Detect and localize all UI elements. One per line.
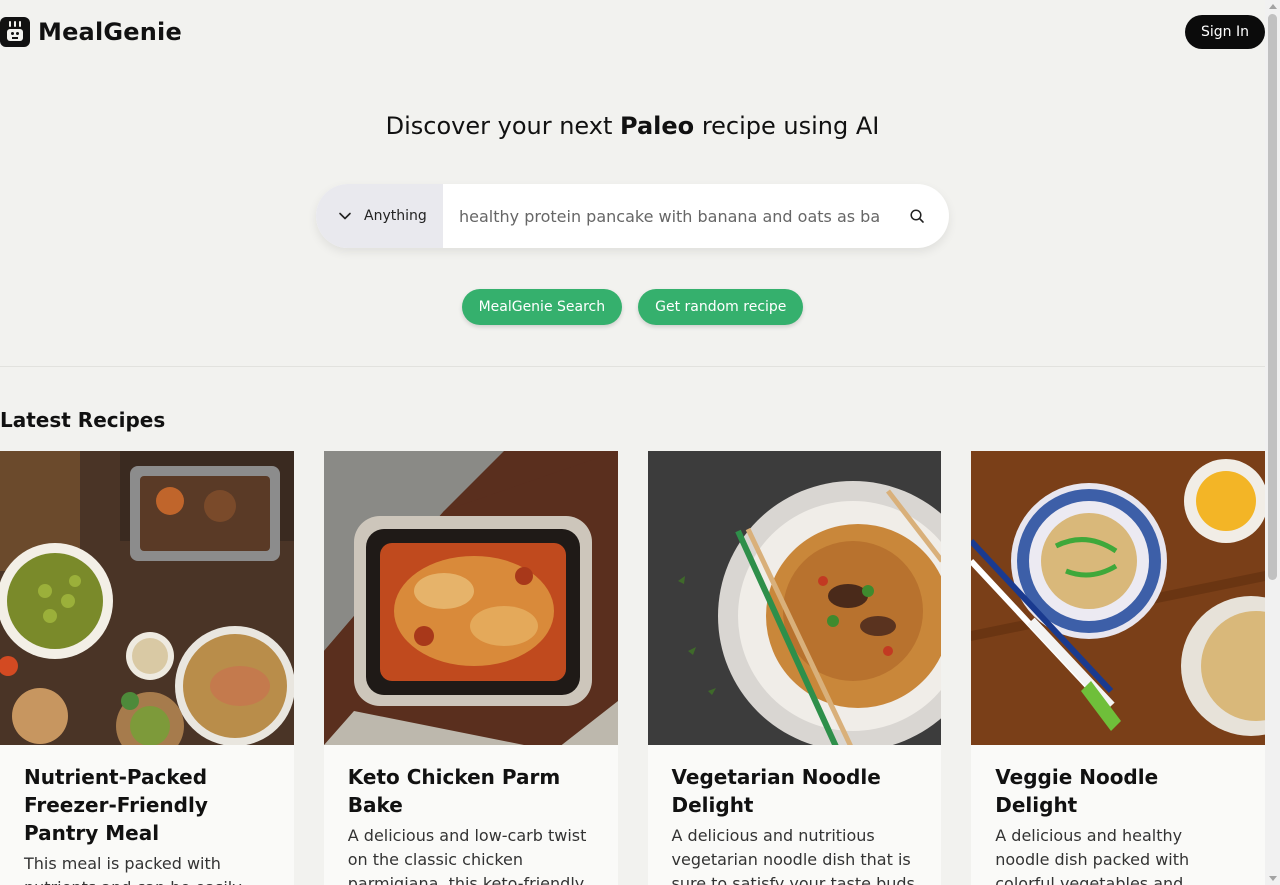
action-buttons: MealGenie Search Get random recipe <box>0 289 1265 325</box>
genie-logo-icon <box>0 17 30 47</box>
category-select[interactable]: Anything <box>316 184 443 248</box>
site-header: MealGenie Sign In <box>0 0 1265 64</box>
hero-title-suffix: recipe using AI <box>701 112 880 140</box>
recipe-title: Vegetarian Noodle Delight <box>671 765 881 817</box>
recipe-image <box>647 451 942 745</box>
scrollbar-thumb[interactable] <box>1268 14 1277 580</box>
recipe-card[interactable]: Keto Chicken Parm Bake A delicious and l… <box>323 451 618 885</box>
recipe-card[interactable]: Nutrient-Packed Freezer-Friendly Pantry … <box>0 451 294 885</box>
section-divider <box>0 366 1265 367</box>
recipe-description: A delicious and low-carb twist on the cl… <box>347 826 587 885</box>
brand-name: MealGenie <box>38 18 182 46</box>
brand[interactable]: MealGenie <box>0 17 182 47</box>
scroll-down-icon[interactable] <box>1269 876 1277 881</box>
recipe-title: Keto Chicken Parm Bake <box>347 765 561 817</box>
chevron-down-icon <box>339 212 351 220</box>
hero-diet-highlight: Paleo <box>620 112 695 140</box>
page-scrollbar[interactable] <box>1265 0 1280 885</box>
recipe-image <box>971 451 1265 745</box>
sign-in-button[interactable]: Sign In <box>1185 15 1265 49</box>
recipe-description: This meal is packed with nutrients and c… <box>24 854 242 885</box>
recipe-title: Veggie Noodle Delight <box>995 765 1159 817</box>
latest-recipes-heading: Latest Recipes <box>0 408 166 432</box>
hero-title-prefix: Discover your next <box>385 112 613 140</box>
recipe-card[interactable]: Vegetarian Noodle Delight A delicious an… <box>647 451 942 885</box>
recipe-image <box>323 451 618 745</box>
recipe-image <box>0 451 294 745</box>
scroll-up-icon[interactable] <box>1269 4 1277 9</box>
search-icon <box>910 209 924 223</box>
mealgenie-search-button[interactable]: MealGenie Search <box>461 289 623 325</box>
category-select-value: Anything <box>364 208 427 224</box>
recipe-title: Nutrient-Packed Freezer-Friendly Pantry … <box>24 765 208 845</box>
search-input[interactable] <box>443 184 885 248</box>
recipe-card-list: Nutrient-Packed Freezer-Friendly Pantry … <box>0 451 1265 885</box>
recipe-description: A delicious and healthy noodle dish pack… <box>995 826 1190 885</box>
recipe-description: A delicious and nutritious vegetarian no… <box>671 826 915 885</box>
hero-title: Discover your next Paleo recipe using AI <box>0 112 1265 140</box>
random-recipe-button[interactable]: Get random recipe <box>638 289 804 325</box>
search-submit-button[interactable] <box>885 184 949 248</box>
recipe-card[interactable]: Veggie Noodle Delight A delicious and he… <box>971 451 1265 885</box>
recipe-search-bar: Anything <box>316 184 949 248</box>
